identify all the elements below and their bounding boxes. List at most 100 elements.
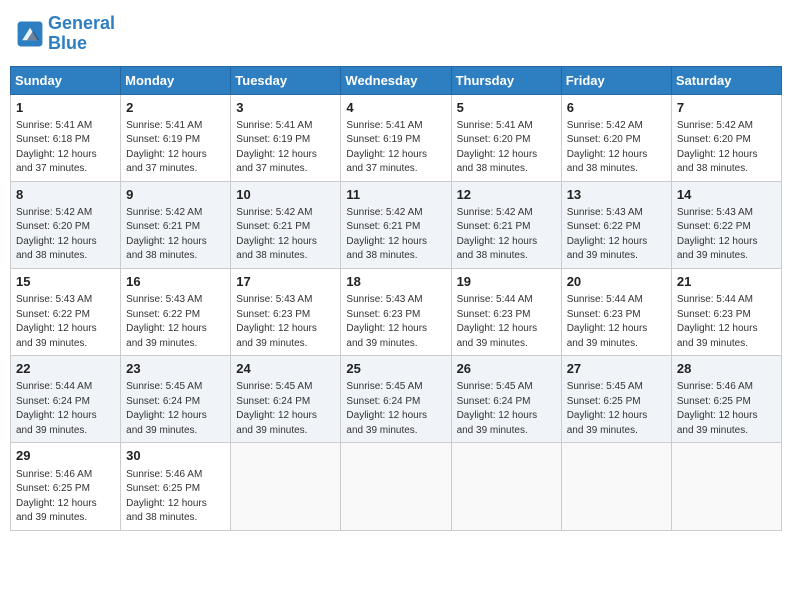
day-number: 4 [346, 99, 445, 117]
day-number: 10 [236, 186, 335, 204]
calendar-day-cell: 9 Sunrise: 5:42 AM Sunset: 6:21 PM Dayli… [121, 181, 231, 268]
sunrise-label: Sunrise: 5:43 AM [677, 207, 753, 218]
day-number: 30 [126, 447, 225, 465]
sunset-label: Sunset: 6:20 PM [677, 134, 751, 145]
cell-content: Sunrise: 5:43 AM Sunset: 6:22 PM Dayligh… [126, 293, 225, 351]
cell-content: Sunrise: 5:45 AM Sunset: 6:24 PM Dayligh… [236, 380, 335, 438]
cell-content: Sunrise: 5:42 AM Sunset: 6:20 PM Dayligh… [567, 119, 666, 177]
day-number: 25 [346, 360, 445, 378]
daylight-label: Daylight: 12 hours and 38 minutes. [126, 498, 207, 524]
sunset-label: Sunset: 6:19 PM [346, 134, 420, 145]
calendar-week-row: 1 Sunrise: 5:41 AM Sunset: 6:18 PM Dayli… [11, 94, 782, 181]
daylight-label: Daylight: 12 hours and 39 minutes. [126, 410, 207, 436]
day-number: 6 [567, 99, 666, 117]
day-number: 17 [236, 273, 335, 291]
daylight-label: Daylight: 12 hours and 38 minutes. [567, 149, 648, 175]
calendar-table: SundayMondayTuesdayWednesdayThursdayFrid… [10, 66, 782, 531]
calendar-week-row: 15 Sunrise: 5:43 AM Sunset: 6:22 PM Dayl… [11, 268, 782, 355]
calendar-day-cell: 19 Sunrise: 5:44 AM Sunset: 6:23 PM Dayl… [451, 268, 561, 355]
sunset-label: Sunset: 6:24 PM [457, 396, 531, 407]
sunset-label: Sunset: 6:25 PM [567, 396, 641, 407]
day-number: 18 [346, 273, 445, 291]
daylight-label: Daylight: 12 hours and 38 minutes. [457, 149, 538, 175]
daylight-label: Daylight: 12 hours and 39 minutes. [346, 410, 427, 436]
cell-content: Sunrise: 5:41 AM Sunset: 6:20 PM Dayligh… [457, 119, 556, 177]
daylight-label: Daylight: 12 hours and 39 minutes. [567, 410, 648, 436]
daylight-label: Daylight: 12 hours and 39 minutes. [567, 323, 648, 349]
cell-content: Sunrise: 5:46 AM Sunset: 6:25 PM Dayligh… [677, 380, 776, 438]
sunset-label: Sunset: 6:24 PM [16, 396, 90, 407]
daylight-label: Daylight: 12 hours and 37 minutes. [126, 149, 207, 175]
day-number: 5 [457, 99, 556, 117]
day-number: 3 [236, 99, 335, 117]
sunrise-label: Sunrise: 5:42 AM [16, 207, 92, 218]
calendar-day-cell: 6 Sunrise: 5:42 AM Sunset: 6:20 PM Dayli… [561, 94, 671, 181]
logo-text: General Blue [48, 14, 115, 54]
day-of-week-header: Saturday [671, 66, 781, 94]
calendar-week-row: 22 Sunrise: 5:44 AM Sunset: 6:24 PM Dayl… [11, 356, 782, 443]
cell-content: Sunrise: 5:45 AM Sunset: 6:24 PM Dayligh… [346, 380, 445, 438]
sunrise-label: Sunrise: 5:45 AM [236, 381, 312, 392]
calendar-day-cell: 1 Sunrise: 5:41 AM Sunset: 6:18 PM Dayli… [11, 94, 121, 181]
sunset-label: Sunset: 6:22 PM [126, 309, 200, 320]
sunrise-label: Sunrise: 5:41 AM [236, 120, 312, 131]
sunset-label: Sunset: 6:18 PM [16, 134, 90, 145]
daylight-label: Daylight: 12 hours and 38 minutes. [677, 149, 758, 175]
calendar-week-row: 8 Sunrise: 5:42 AM Sunset: 6:20 PM Dayli… [11, 181, 782, 268]
calendar-day-cell: 12 Sunrise: 5:42 AM Sunset: 6:21 PM Dayl… [451, 181, 561, 268]
sunset-label: Sunset: 6:22 PM [677, 221, 751, 232]
calendar-day-cell: 24 Sunrise: 5:45 AM Sunset: 6:24 PM Dayl… [231, 356, 341, 443]
sunrise-label: Sunrise: 5:42 AM [126, 207, 202, 218]
day-number: 26 [457, 360, 556, 378]
calendar-day-cell: 29 Sunrise: 5:46 AM Sunset: 6:25 PM Dayl… [11, 443, 121, 530]
cell-content: Sunrise: 5:43 AM Sunset: 6:23 PM Dayligh… [236, 293, 335, 351]
calendar-day-cell: 15 Sunrise: 5:43 AM Sunset: 6:22 PM Dayl… [11, 268, 121, 355]
sunset-label: Sunset: 6:21 PM [346, 221, 420, 232]
cell-content: Sunrise: 5:45 AM Sunset: 6:24 PM Dayligh… [457, 380, 556, 438]
cell-content: Sunrise: 5:44 AM Sunset: 6:24 PM Dayligh… [16, 380, 115, 438]
sunrise-label: Sunrise: 5:42 AM [236, 207, 312, 218]
day-number: 8 [16, 186, 115, 204]
calendar-day-cell: 17 Sunrise: 5:43 AM Sunset: 6:23 PM Dayl… [231, 268, 341, 355]
sunrise-label: Sunrise: 5:43 AM [346, 294, 422, 305]
logo-icon [16, 20, 44, 48]
calendar-day-cell [341, 443, 451, 530]
calendar-day-cell: 26 Sunrise: 5:45 AM Sunset: 6:24 PM Dayl… [451, 356, 561, 443]
day-number: 13 [567, 186, 666, 204]
cell-content: Sunrise: 5:44 AM Sunset: 6:23 PM Dayligh… [457, 293, 556, 351]
day-number: 23 [126, 360, 225, 378]
day-number: 21 [677, 273, 776, 291]
sunset-label: Sunset: 6:23 PM [346, 309, 420, 320]
daylight-label: Daylight: 12 hours and 39 minutes. [567, 236, 648, 262]
sunrise-label: Sunrise: 5:44 AM [567, 294, 643, 305]
calendar-day-cell [671, 443, 781, 530]
sunset-label: Sunset: 6:21 PM [126, 221, 200, 232]
day-number: 24 [236, 360, 335, 378]
cell-content: Sunrise: 5:41 AM Sunset: 6:19 PM Dayligh… [126, 119, 225, 177]
calendar-day-cell: 20 Sunrise: 5:44 AM Sunset: 6:23 PM Dayl… [561, 268, 671, 355]
day-number: 15 [16, 273, 115, 291]
sunrise-label: Sunrise: 5:45 AM [457, 381, 533, 392]
sunrise-label: Sunrise: 5:43 AM [236, 294, 312, 305]
sunset-label: Sunset: 6:22 PM [567, 221, 641, 232]
day-number: 29 [16, 447, 115, 465]
calendar-day-cell: 21 Sunrise: 5:44 AM Sunset: 6:23 PM Dayl… [671, 268, 781, 355]
day-of-week-header: Sunday [11, 66, 121, 94]
cell-content: Sunrise: 5:42 AM Sunset: 6:20 PM Dayligh… [677, 119, 776, 177]
sunset-label: Sunset: 6:19 PM [126, 134, 200, 145]
sunrise-label: Sunrise: 5:42 AM [677, 120, 753, 131]
sunrise-label: Sunrise: 5:46 AM [126, 469, 202, 480]
sunrise-label: Sunrise: 5:45 AM [567, 381, 643, 392]
day-number: 22 [16, 360, 115, 378]
day-number: 16 [126, 273, 225, 291]
sunrise-label: Sunrise: 5:41 AM [126, 120, 202, 131]
day-number: 2 [126, 99, 225, 117]
sunrise-label: Sunrise: 5:41 AM [16, 120, 92, 131]
sunrise-label: Sunrise: 5:44 AM [457, 294, 533, 305]
sunrise-label: Sunrise: 5:42 AM [567, 120, 643, 131]
sunrise-label: Sunrise: 5:42 AM [346, 207, 422, 218]
sunset-label: Sunset: 6:24 PM [236, 396, 310, 407]
day-of-week-header: Monday [121, 66, 231, 94]
daylight-label: Daylight: 12 hours and 39 minutes. [346, 323, 427, 349]
cell-content: Sunrise: 5:43 AM Sunset: 6:22 PM Dayligh… [677, 206, 776, 264]
